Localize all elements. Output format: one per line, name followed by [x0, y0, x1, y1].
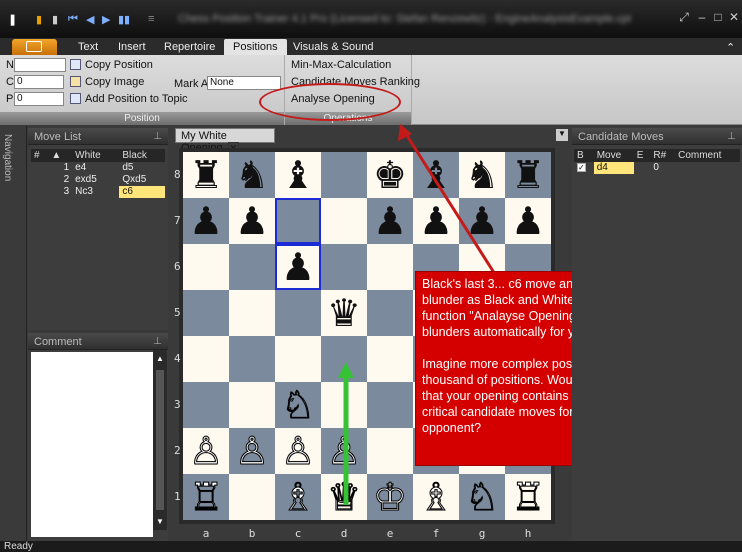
candidate-moves-header: Candidate Moves ⊥ — [572, 128, 742, 145]
candidate-moves-table: B Move E R# Comment ✓ d4 0 — [574, 149, 740, 174]
candidate-moves-title: Candidate Moves — [578, 131, 664, 143]
move-arrow-head — [338, 362, 354, 378]
candidate-move[interactable]: d4 — [593, 162, 634, 174]
callout-pointer — [402, 130, 507, 291]
col-eval[interactable]: E — [633, 149, 651, 162]
candidate-moves-panel: Candidate Moves ⊥ B Move E R# Comment ✓ d… — [572, 128, 742, 541]
best-checkbox[interactable]: ✓ — [577, 163, 586, 172]
status-bar: Ready — [0, 541, 742, 552]
pin-icon[interactable]: ⊥ — [727, 131, 736, 142]
col-rank[interactable]: R# — [650, 149, 676, 162]
status-text: Ready — [4, 541, 33, 552]
col-move[interactable]: Move — [593, 149, 634, 162]
col-comment[interactable]: Comment — [675, 149, 740, 162]
col-best[interactable]: B — [574, 149, 594, 162]
candidate-rank: 0 — [653, 162, 659, 173]
table-row[interactable]: ✓ d4 0 — [574, 162, 740, 174]
